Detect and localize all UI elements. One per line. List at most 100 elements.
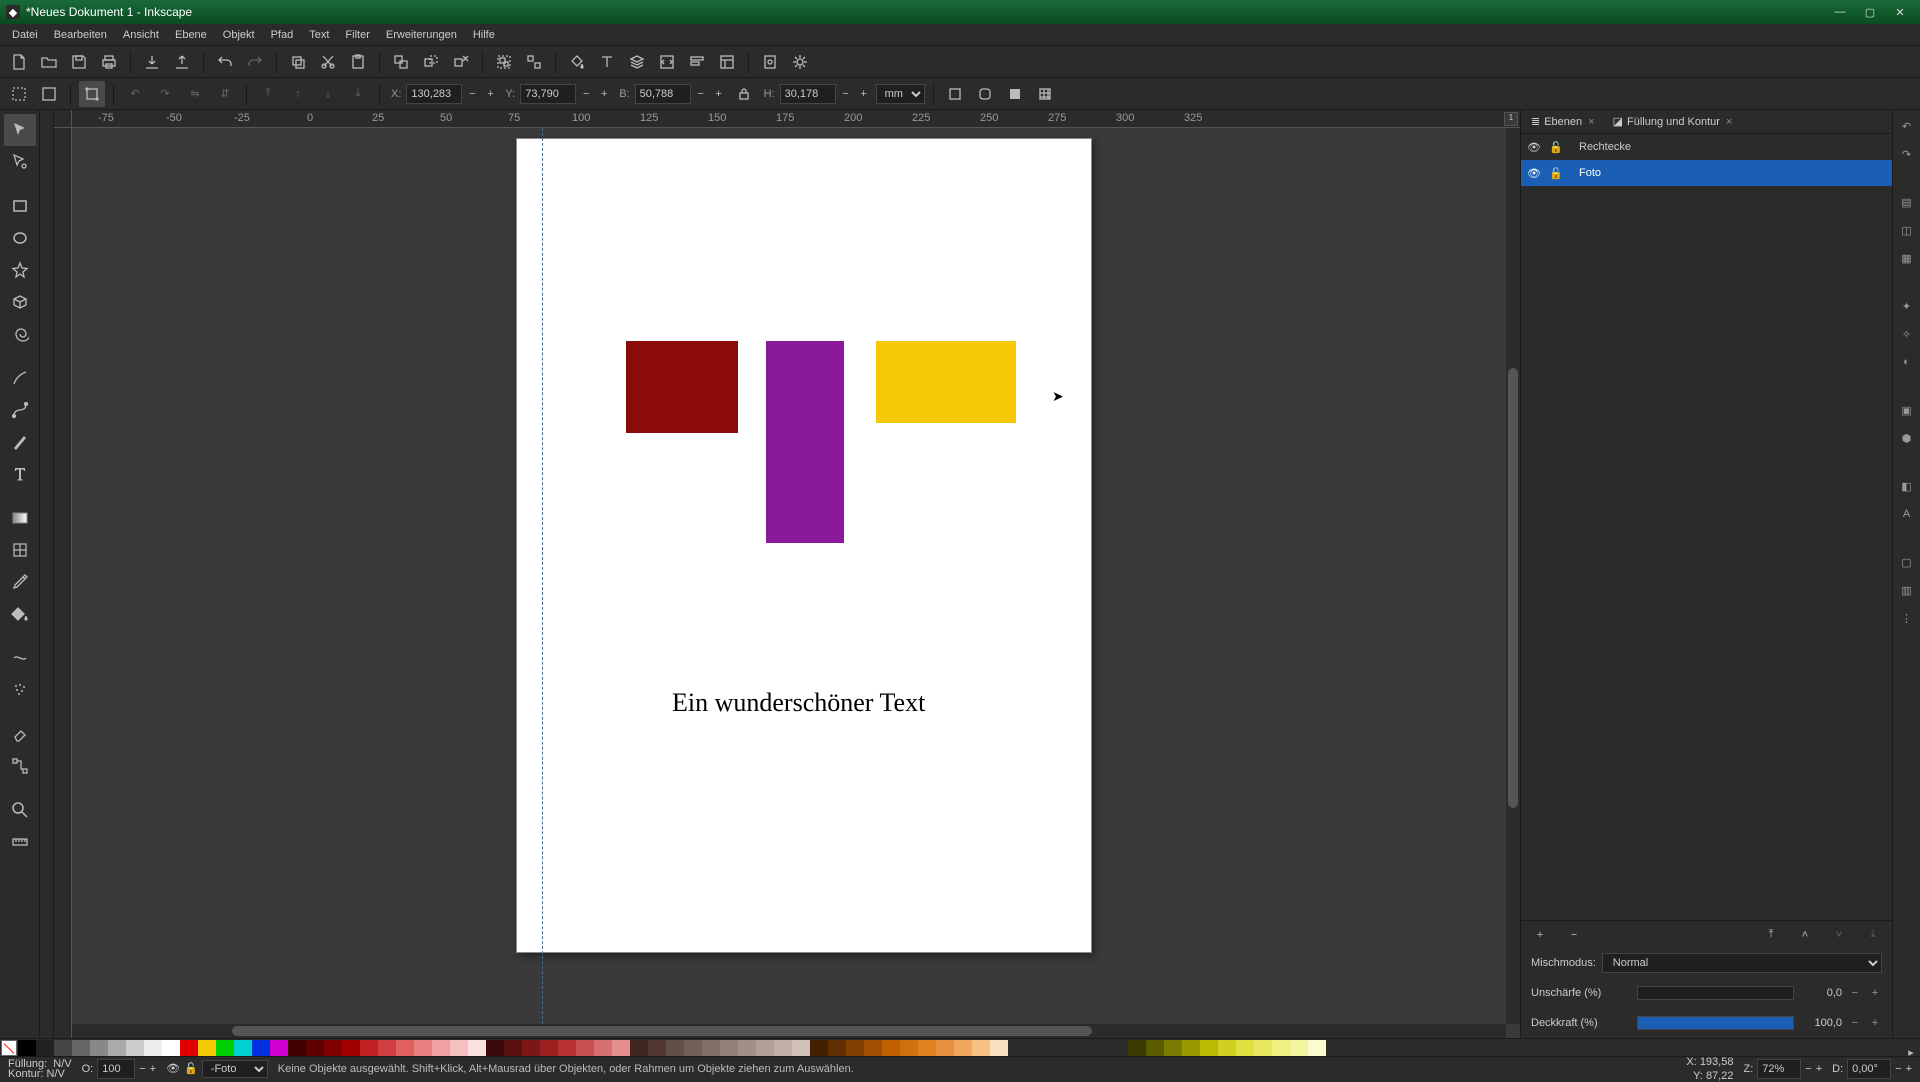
rotate-cw-button[interactable]: ↷ <box>152 81 178 107</box>
paintbucket-tool[interactable] <box>4 598 36 630</box>
color-swatch[interactable] <box>270 1040 288 1056</box>
scrollbar-horizontal[interactable] <box>72 1024 1506 1038</box>
add-layer-button[interactable]: + <box>1527 922 1553 948</box>
dock-more-icon[interactable]: ⋮ <box>1897 608 1917 628</box>
rotation-input[interactable] <box>1847 1059 1891 1079</box>
layer-up-button[interactable]: ˄ <box>1792 922 1818 948</box>
color-swatch[interactable] <box>216 1040 234 1056</box>
eraser-tool[interactable] <box>4 718 36 750</box>
color-swatch[interactable] <box>144 1040 162 1056</box>
docprops-button[interactable] <box>757 49 783 75</box>
purple-rectangle[interactable] <box>766 341 844 543</box>
save-button[interactable] <box>66 49 92 75</box>
connector-tool[interactable] <box>4 750 36 782</box>
move-gradients-button[interactable] <box>1002 81 1028 107</box>
pencil-tool[interactable] <box>4 362 36 394</box>
menu-filter[interactable]: Filter <box>337 26 377 44</box>
dock-align-icon[interactable]: ▤ <box>1897 192 1917 212</box>
print-button[interactable] <box>96 49 122 75</box>
color-swatch[interactable] <box>666 1040 684 1056</box>
color-swatch[interactable] <box>612 1040 630 1056</box>
dock-text-icon[interactable]: A <box>1897 504 1917 524</box>
zoom-minus-button[interactable]: − <box>1805 1063 1811 1075</box>
color-swatch[interactable] <box>378 1040 396 1056</box>
color-swatch[interactable] <box>360 1040 378 1056</box>
color-swatch[interactable] <box>1308 1040 1326 1056</box>
ruler-vertical[interactable] <box>54 128 72 1038</box>
canvas[interactable]: Ein wunderschöner Text ➤ <box>72 128 1506 1024</box>
color-swatch[interactable] <box>180 1040 198 1056</box>
h-minus-button[interactable]: − <box>838 81 854 107</box>
color-swatch[interactable] <box>1200 1040 1218 1056</box>
copy-button[interactable] <box>285 49 311 75</box>
menu-objekt[interactable]: Objekt <box>215 26 263 44</box>
color-swatch[interactable] <box>756 1040 774 1056</box>
b-input[interactable] <box>635 84 691 104</box>
color-swatch[interactable] <box>576 1040 594 1056</box>
color-swatch[interactable] <box>108 1040 126 1056</box>
maximize-button[interactable]: ▢ <box>1856 3 1884 21</box>
color-swatch[interactable] <box>1164 1040 1182 1056</box>
unit-select[interactable]: mm <box>876 84 925 104</box>
color-swatch[interactable] <box>54 1040 72 1056</box>
opacity-plus-button[interactable]: + <box>1868 1017 1882 1029</box>
select-all-layers-button[interactable] <box>6 81 32 107</box>
calligraphy-tool[interactable] <box>4 426 36 458</box>
menu-erweiterungen[interactable]: Erweiterungen <box>378 26 465 44</box>
spray-tool[interactable] <box>4 674 36 706</box>
menu-text[interactable]: Text <box>301 26 337 44</box>
canvas-text[interactable]: Ein wunderschöner Text <box>672 688 925 718</box>
color-swatch[interactable] <box>468 1040 486 1056</box>
dock-undo-icon[interactable]: ↶ <box>1897 116 1917 136</box>
lock-open-icon[interactable]: 🔓 <box>1549 141 1563 154</box>
ruler-horizontal[interactable]: -75-50-250255075100125150175200225250275… <box>72 110 1520 128</box>
color-swatch[interactable] <box>288 1040 306 1056</box>
star-tool[interactable] <box>4 254 36 286</box>
3dbox-tool[interactable] <box>4 286 36 318</box>
color-swatch[interactable] <box>252 1040 270 1056</box>
dock-selectors-icon[interactable]: ▥ <box>1897 580 1917 600</box>
remove-layer-button[interactable]: − <box>1561 922 1587 948</box>
color-swatch[interactable] <box>432 1040 450 1056</box>
import-button[interactable] <box>139 49 165 75</box>
raise-top-button[interactable]: ⤒ <box>255 81 281 107</box>
color-swatch[interactable] <box>396 1040 414 1056</box>
color-swatch[interactable] <box>234 1040 252 1056</box>
align-dialog-button[interactable] <box>684 49 710 75</box>
dock-redo-icon[interactable]: ↷ <box>1897 144 1917 164</box>
menu-datei[interactable]: Datei <box>4 26 46 44</box>
color-swatch[interactable] <box>1146 1040 1164 1056</box>
x-input[interactable] <box>406 84 462 104</box>
fill-dialog-button[interactable] <box>564 49 590 75</box>
eye-icon[interactable]: 👁 <box>1527 141 1541 154</box>
color-swatch[interactable] <box>1254 1040 1272 1056</box>
ellipse-tool[interactable] <box>4 222 36 254</box>
color-swatch[interactable] <box>72 1040 90 1056</box>
h-input[interactable] <box>780 84 836 104</box>
cut-button[interactable] <box>315 49 341 75</box>
text-tool[interactable] <box>4 458 36 490</box>
dock-transform-icon[interactable]: ◫ <box>1897 220 1917 240</box>
lock-open-icon[interactable]: 🔓 <box>1549 167 1563 180</box>
color-swatch[interactable] <box>1272 1040 1290 1056</box>
prefs-button[interactable] <box>787 49 813 75</box>
eye-icon[interactable]: 👁 <box>1527 167 1541 180</box>
opacity-slider[interactable] <box>1637 1016 1794 1030</box>
close-icon[interactable]: × <box>1588 116 1594 128</box>
tab-fuellung[interactable]: ◪Füllung und Kontur× <box>1609 112 1737 131</box>
flip-h-button[interactable]: ⇋ <box>182 81 208 107</box>
lock-ratio-button[interactable] <box>731 81 757 107</box>
scale-stroke-button[interactable] <box>942 81 968 107</box>
y-plus-button[interactable]: + <box>596 81 612 107</box>
zoom-tool[interactable] <box>4 794 36 826</box>
color-swatch[interactable] <box>18 1040 36 1056</box>
open-button[interactable] <box>36 49 62 75</box>
flip-v-button[interactable]: ⇵ <box>212 81 238 107</box>
close-icon[interactable]: × <box>1726 116 1732 128</box>
color-swatch[interactable] <box>540 1040 558 1056</box>
color-swatch[interactable] <box>972 1040 990 1056</box>
color-swatch[interactable] <box>90 1040 108 1056</box>
layer-down-button[interactable]: ˅ <box>1826 922 1852 948</box>
y-input[interactable] <box>520 84 576 104</box>
rectangle-tool[interactable] <box>4 190 36 222</box>
